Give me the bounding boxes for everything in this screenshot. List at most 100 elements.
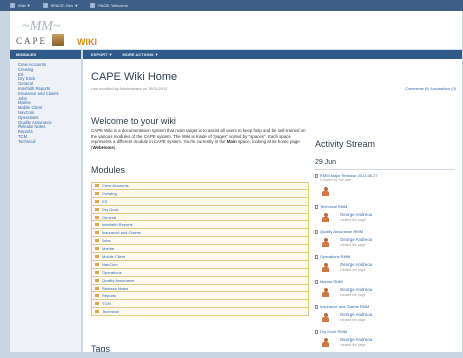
page-menu[interactable]: PAGE: Welcome (90, 3, 128, 8)
module-link[interactable]: Mobile Client (102, 254, 125, 259)
user-avatar-icon[interactable] (321, 338, 330, 347)
module-link[interactable]: Quality Assurance (102, 278, 134, 283)
sidebar-item[interactable]: Technical (18, 139, 81, 145)
user-avatar-icon[interactable] (321, 238, 330, 247)
wiki-menu-label: Wiki ▼ (18, 3, 31, 8)
folder-icon (95, 278, 99, 282)
activity-user-link[interactable]: George Andreou (340, 212, 372, 217)
activity-user-link[interactable]: George Andreou (340, 312, 372, 317)
module-row[interactable]: Interfaith Reports (91, 221, 309, 230)
module-row[interactable]: Release Notes (91, 284, 309, 293)
window-bottom-edge (0, 352, 463, 358)
module-row[interactable]: Jobs (91, 237, 309, 246)
cape-logo-icon (52, 34, 64, 46)
user-avatar-icon[interactable] (321, 187, 330, 196)
activity-user-link[interactable]: George Andreou (340, 287, 372, 292)
module-link[interactable]: Reports (102, 293, 116, 298)
modules-heading: Modules (91, 165, 126, 175)
module-row[interactable]: Mobile Client (91, 253, 309, 261)
comments-annotations-links[interactable]: Comments (0) Annotations (0) (405, 87, 456, 91)
activity-page-link[interactable]: Dry Dock RMM (320, 329, 347, 334)
page-icon (315, 173, 318, 178)
welcome-heading: Welcome to your wiki (91, 116, 176, 126)
module-row[interactable]: Operations (91, 268, 309, 277)
folder-icon (95, 286, 99, 290)
welcome-text-part: ). (113, 144, 117, 150)
module-row[interactable]: General (91, 213, 309, 222)
page-icon (315, 279, 318, 284)
module-link[interactable]: Marine (102, 246, 114, 251)
user-avatar-icon[interactable] (321, 313, 330, 322)
activity-title-row[interactable]: Quality Assurance RMM (315, 229, 455, 234)
activity-title-row[interactable]: Technical RMM (315, 204, 455, 209)
activity-subtext: Created by the user (320, 178, 352, 182)
folder-icon (95, 231, 99, 235)
module-link[interactable]: Jobs (102, 238, 110, 243)
user-avatar-icon[interactable] (321, 288, 330, 297)
page-icon (315, 254, 318, 259)
activity-page-link[interactable]: Operations RMM (320, 254, 350, 259)
module-link[interactable]: Operations (102, 270, 122, 275)
page-icon (315, 329, 318, 334)
activity-user-link[interactable]: George Andreou (340, 237, 372, 242)
module-link[interactable]: Crewing (102, 191, 117, 196)
folder-icon (95, 254, 99, 258)
space-menu[interactable]: SPACE: Dev ▼ (42, 3, 78, 8)
module-link[interactable]: Dry Dock (102, 207, 118, 212)
cape-logo-text[interactable]: CAPE (16, 36, 47, 46)
activity-title-row[interactable]: Dry Dock RMM (315, 329, 455, 334)
module-row[interactable]: Crewing (91, 189, 309, 198)
activity-page-link[interactable]: Marine RMM (320, 279, 343, 284)
activity-page-link[interactable]: Quality Assurance RMM (320, 229, 363, 234)
module-link[interactable]: Interfaith Reports (102, 222, 133, 227)
module-row[interactable]: NavCom (91, 260, 309, 269)
activity-user-link[interactable]: George Andreou (340, 337, 372, 342)
activity-item: Insurance and Claims RMM George Andreou … (315, 304, 455, 329)
module-link[interactable]: Crew Accounts (102, 183, 129, 188)
module-row[interactable]: Dry Dock (91, 205, 309, 214)
module-row[interactable]: Technical (91, 308, 309, 317)
activity-title-row[interactable]: Marine RMM (315, 279, 455, 284)
activity-item: Dry Dock RMM George Andreou created the … (315, 329, 455, 354)
activity-title-row[interactable]: Insurance and Claims RMM (315, 304, 455, 309)
module-row[interactable]: Quality Assurance (91, 276, 309, 285)
module-link[interactable]: General (102, 215, 116, 220)
wiki-icon (10, 3, 15, 8)
page-menu-label: PAGE: Welcome (98, 3, 128, 8)
avatar-body (322, 267, 329, 272)
activity-page-link[interactable]: Technical RMM (320, 204, 347, 209)
module-row[interactable]: Marine (91, 245, 309, 254)
module-link[interactable]: Release Notes (102, 286, 128, 291)
folder-icon (95, 191, 99, 195)
webhome-link[interactable]: WebHome (92, 145, 113, 150)
main-content: CAPE Wiki Home Last modified by Administ… (83, 59, 462, 358)
modules-sidebar: MODULES Crew Accounts Crewing ES Dry Doc… (10, 50, 82, 358)
more-actions-menu[interactable]: MORE ACTIONS ▼ (123, 52, 159, 57)
user-avatar-icon[interactable] (321, 263, 330, 272)
folder-icon (95, 294, 99, 298)
avatar-body (322, 342, 329, 347)
module-link[interactable]: Technical (102, 309, 119, 314)
activity-item: Technical RMM George Andreou created the… (315, 204, 455, 229)
activity-user-link[interactable]: George Andreou (340, 262, 372, 267)
module-row[interactable]: Insurance and Claims (91, 229, 309, 238)
activity-title-row[interactable]: Operations RMM (315, 254, 455, 259)
folder-icon (95, 239, 99, 243)
module-row[interactable]: TCM (91, 300, 309, 309)
activity-item: RMM Major Release 2013.06.27 Created by … (315, 173, 455, 204)
folder-icon (95, 302, 99, 306)
user-avatar-icon[interactable] (321, 213, 330, 222)
export-menu[interactable]: EXPORT ▼ (91, 52, 113, 57)
cape-logo-scribble: ~MM~ (22, 19, 61, 34)
activity-list: RMM Major Release 2013.06.27 Created by … (315, 173, 455, 354)
module-link[interactable]: NavCom (102, 262, 118, 267)
module-row[interactable]: Crew Accounts (91, 182, 309, 190)
module-row[interactable]: ES (91, 197, 309, 206)
module-link[interactable]: Insurance and Claims (102, 230, 141, 235)
wiki-logo[interactable]: WIKI (77, 37, 97, 47)
activity-page-link[interactable]: Insurance and Claims RMM (320, 304, 369, 309)
module-link[interactable]: ES (102, 199, 107, 204)
module-row[interactable]: Reports (91, 292, 309, 301)
wiki-menu[interactable]: Wiki ▼ (10, 3, 31, 8)
module-link[interactable]: TCM (102, 301, 111, 306)
